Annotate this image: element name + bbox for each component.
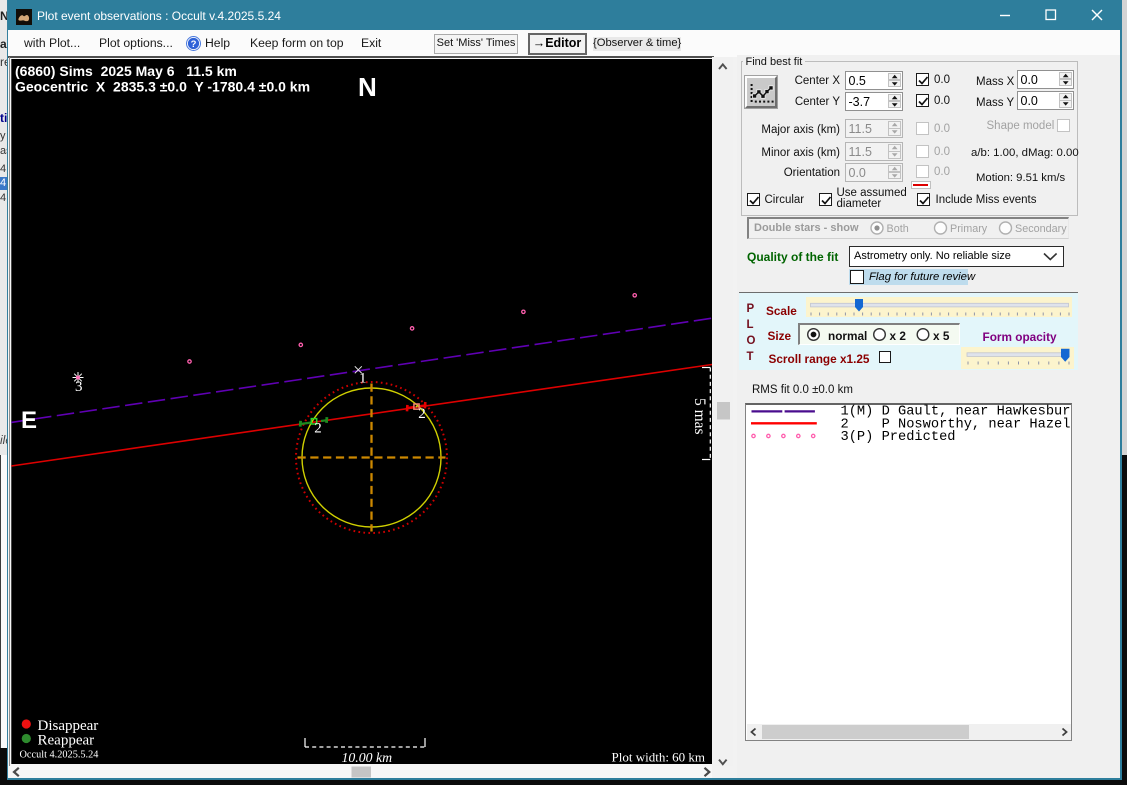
svg-text:1: 1 (359, 371, 367, 387)
svg-text:Reappear: Reappear (38, 733, 95, 749)
svg-text:Plot width: 60 km: Plot width: 60 km (612, 750, 706, 765)
svg-text:Occult 4.2025.5.24: Occult 4.2025.5.24 (20, 750, 99, 761)
svg-text:3: 3 (75, 379, 83, 395)
svg-text:N: N (358, 72, 377, 102)
svg-text:?: ? (191, 39, 197, 50)
svg-text:3(P) Predicted: 3(P) Predicted (841, 430, 956, 445)
svg-text:5 mas: 5 mas (691, 398, 708, 435)
svg-text:E: E (21, 407, 37, 434)
svg-text:2: 2 (418, 406, 426, 422)
svg-text:(6860) Sims 2025 May 6 11.5: (6860) Sims 2025 May 6 11.5 km (15, 63, 237, 79)
svg-text:10.00 km: 10.00 km (342, 750, 393, 765)
svg-text:2: 2 (314, 421, 322, 437)
svg-text:Geocentric X 2835.3 ±0.0 Y: Geocentric X 2835.3 ±0.0 Y -1780.4 ±0.0 … (15, 79, 310, 95)
